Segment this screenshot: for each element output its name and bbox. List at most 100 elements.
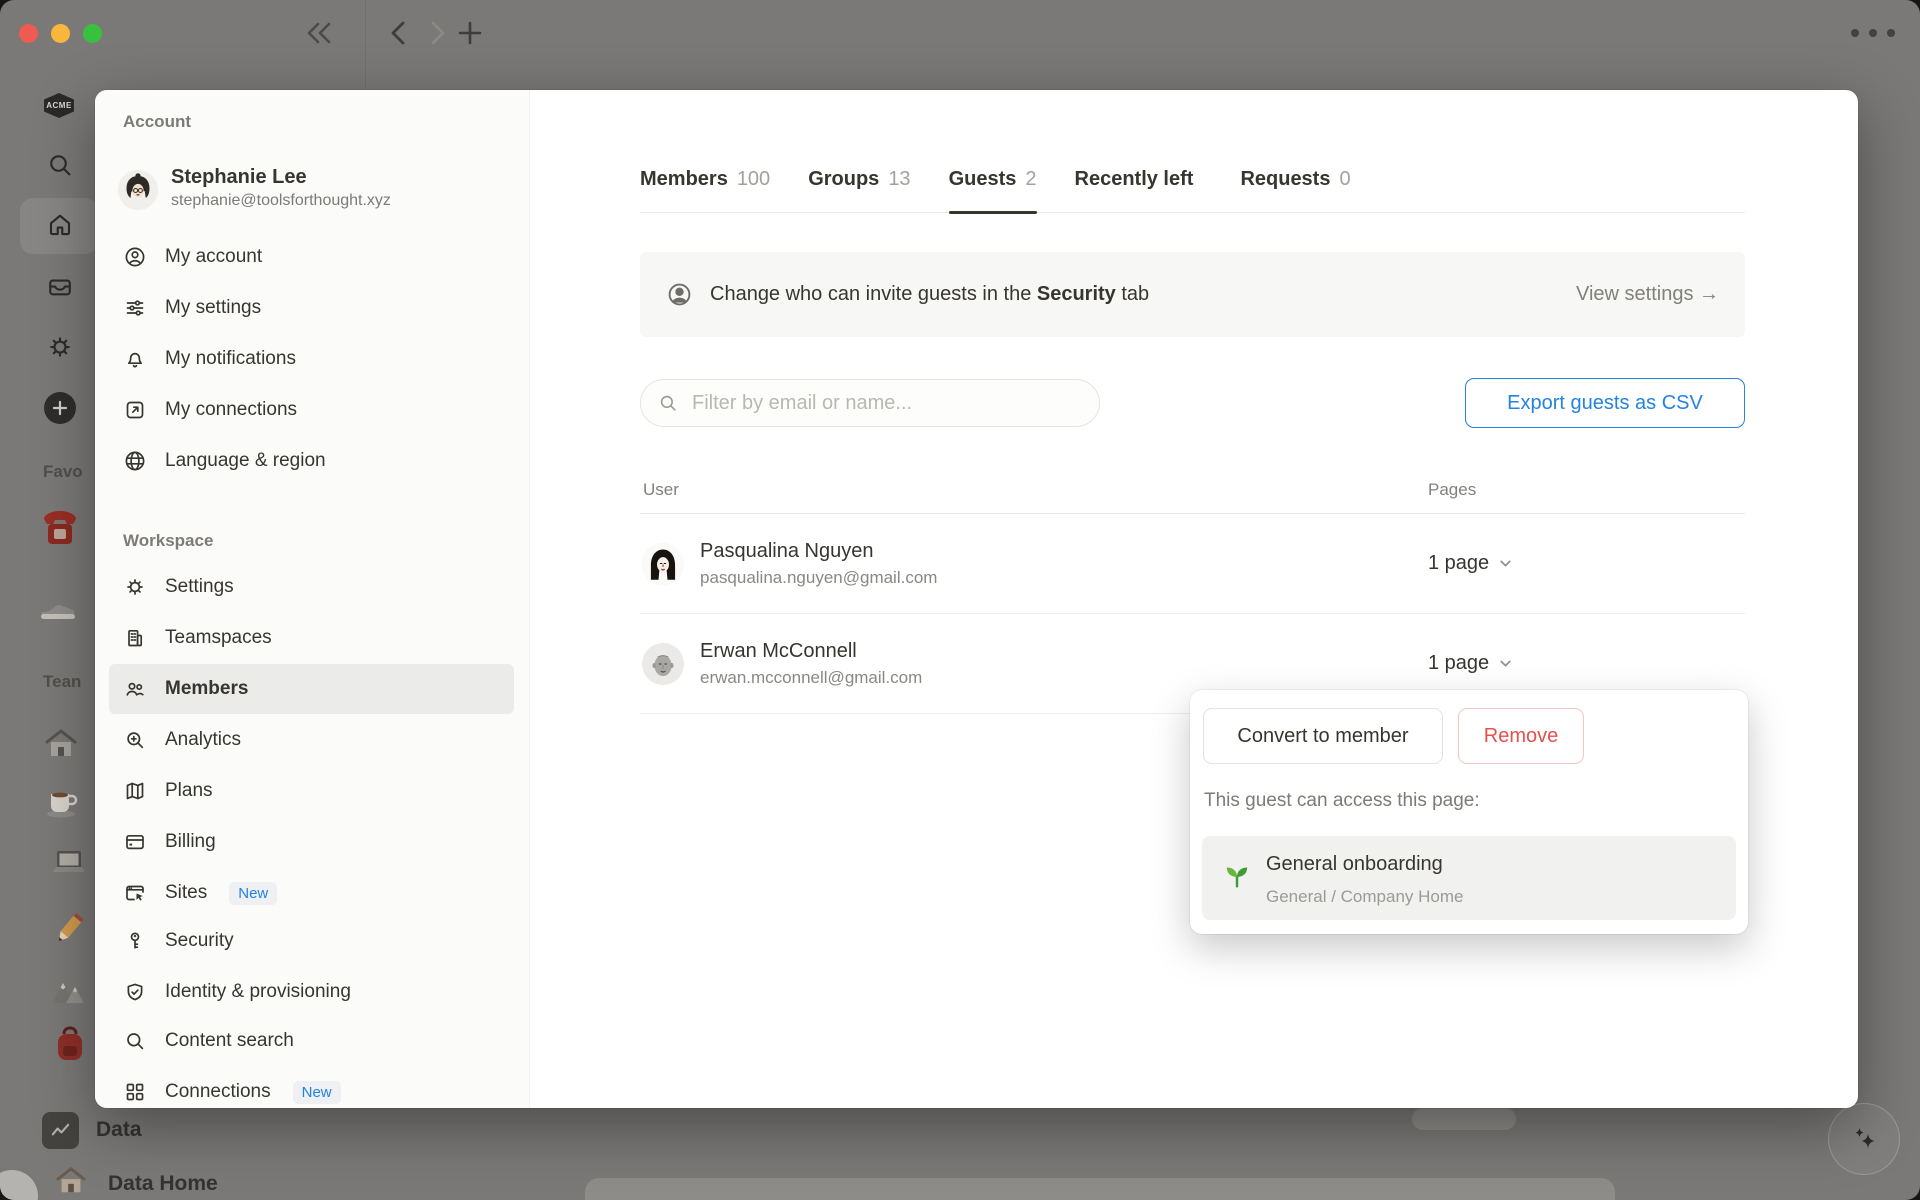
home-icon[interactable]	[45, 210, 75, 240]
avatar	[118, 170, 158, 210]
magnifier-icon	[127, 1033, 144, 1050]
arrow-out-box-icon	[126, 401, 144, 419]
phone-emoji[interactable]	[40, 505, 80, 549]
magnifier-plus-icon	[127, 732, 144, 749]
members-tab-bar: Members 100 Groups 13 Guests 2 Recently lef…	[640, 146, 1745, 214]
column-header-pages: Pages	[1428, 480, 1477, 499]
sidebar-item-content-search[interactable]: Content search	[109, 1016, 514, 1066]
backpack-emoji[interactable]	[54, 1026, 86, 1064]
new-tab-icon[interactable]	[456, 19, 484, 47]
laptop-emoji[interactable]	[50, 848, 88, 880]
sidebar-item-language-region[interactable]: Language & region	[109, 436, 514, 486]
sidebar-item-billing[interactable]: Billing	[109, 817, 514, 867]
building-icon	[128, 629, 143, 647]
close-window-button[interactable]	[19, 24, 38, 43]
new-badge: New	[229, 881, 278, 905]
tab-requests[interactable]: Requests 0	[1240, 146, 1350, 212]
export-guests-button[interactable]: Export guests as CSV	[1465, 378, 1745, 428]
convert-to-member-button[interactable]: Convert to member	[1203, 708, 1443, 764]
sidebar-item-settings[interactable]: Settings	[109, 562, 514, 612]
help-button[interactable]	[0, 1170, 38, 1200]
zoom-window-button[interactable]	[83, 24, 102, 43]
sidebar-item-sites[interactable]: Sites New	[109, 868, 514, 918]
sidebar-item-my-account[interactable]: My account	[109, 232, 514, 282]
sidebar-item-analytics[interactable]: Analytics	[109, 715, 514, 765]
sidebar-item-plans[interactable]: Plans	[109, 766, 514, 816]
new-page-button[interactable]	[44, 392, 76, 424]
browser-cursor-icon	[126, 885, 144, 901]
shield-check-icon	[127, 983, 143, 1001]
guest-email: pasqualina.nguyen@gmail.com	[700, 567, 938, 587]
avatar	[642, 542, 684, 585]
sidebar-item-my-connections[interactable]: My connections	[109, 385, 514, 435]
guest-actions-popover: Convert to member Remove This guest can …	[1190, 690, 1748, 934]
accessible-page-item[interactable]: General onboarding General / Company Hom…	[1202, 836, 1736, 920]
dimmed-content	[1412, 1108, 1516, 1130]
plus-icon	[52, 400, 68, 416]
tab-groups[interactable]: Groups 13	[808, 146, 910, 212]
user-name: Stephanie Lee	[171, 166, 307, 188]
avatar	[642, 642, 684, 685]
account-section-label: Account	[123, 112, 191, 131]
back-icon[interactable]	[388, 20, 410, 46]
guest-email: erwan.mcconnell@gmail.com	[700, 667, 923, 687]
more-menu-icon[interactable]	[1847, 26, 1899, 40]
sidebar-item-my-settings[interactable]: My settings	[109, 283, 514, 333]
data-page-icon[interactable]	[42, 1112, 79, 1149]
sneaker-emoji[interactable]	[38, 588, 80, 622]
grid-icon	[126, 1083, 144, 1101]
guest-name: Pasqualina Nguyen	[700, 539, 874, 562]
collapse-sidebar-icon[interactable]	[303, 19, 335, 47]
gear-icon	[127, 579, 143, 595]
sliders-icon	[126, 300, 144, 316]
settings-modal: Account Stephanie Lee stephanie@toolsfor…	[95, 90, 1858, 1108]
data-home-emoji[interactable]	[55, 1166, 87, 1196]
dimmed-content	[585, 1178, 1615, 1200]
page-title: General onboarding	[1266, 853, 1443, 875]
ai-assistant-button[interactable]	[1828, 1103, 1900, 1175]
key-icon	[130, 932, 140, 949]
inbox-icon[interactable]	[45, 272, 75, 302]
page-path: General / Company Home	[1266, 887, 1464, 906]
sidebar-item-connections[interactable]: Connections New	[109, 1067, 514, 1108]
sparkle-icon	[1855, 1128, 1875, 1148]
coffee-emoji[interactable]	[44, 786, 78, 818]
workspace-logo[interactable]: ACME	[44, 93, 74, 118]
credit-card-icon	[126, 834, 144, 850]
pencil-emoji[interactable]	[52, 910, 86, 948]
bell-icon	[127, 352, 143, 368]
chevron-down-icon	[1500, 660, 1511, 667]
tab-guests[interactable]: Guests 2	[948, 146, 1037, 214]
sidebar-item-data-home[interactable]: Data Home	[108, 1172, 218, 1196]
settings-gear-icon[interactable]	[45, 332, 75, 362]
search-icon[interactable]	[45, 150, 75, 180]
filter-input[interactable]	[690, 390, 1050, 416]
pages-dropdown[interactable]: 1 page	[1428, 652, 1513, 675]
globe-icon	[125, 451, 145, 471]
view-settings-link[interactable]: View settings →	[1576, 283, 1719, 306]
pages-dropdown[interactable]: 1 page	[1428, 552, 1513, 575]
minimize-window-button[interactable]	[51, 24, 70, 43]
guest-name: Erwan McConnell	[700, 639, 857, 662]
sidebar-item-security[interactable]: Security	[109, 916, 514, 966]
tab-recently-left[interactable]: Recently left	[1075, 146, 1203, 212]
sidebar-item-my-notifications[interactable]: My notifications	[109, 334, 514, 384]
divider	[365, 0, 366, 90]
teamspace-home-icon[interactable]	[44, 728, 78, 760]
sidebar-item-data[interactable]: Data	[96, 1118, 142, 1142]
sidebar-item-teamspaces[interactable]: Teamspaces	[109, 613, 514, 663]
tab-members[interactable]: Members 100	[640, 146, 770, 212]
chevron-down-icon	[1500, 560, 1511, 567]
seedling-icon	[1226, 867, 1248, 888]
sidebar-item-members[interactable]: Members	[109, 664, 514, 714]
map-icon	[126, 782, 144, 800]
remove-guest-button[interactable]: Remove	[1458, 708, 1584, 764]
invite-guests-banner: Change who can invite guests in the Secu…	[640, 252, 1745, 337]
forward-icon[interactable]	[426, 20, 448, 46]
mountain-emoji[interactable]	[50, 975, 86, 1005]
person-circle-icon	[668, 283, 691, 306]
teamspaces-section-label: Tean	[43, 672, 82, 691]
sidebar-item-identity-provisioning[interactable]: Identity & provisioning	[109, 967, 514, 1017]
user-email: stephanie@toolsforthought.xyz	[171, 192, 391, 209]
guest-filter	[640, 379, 1100, 427]
